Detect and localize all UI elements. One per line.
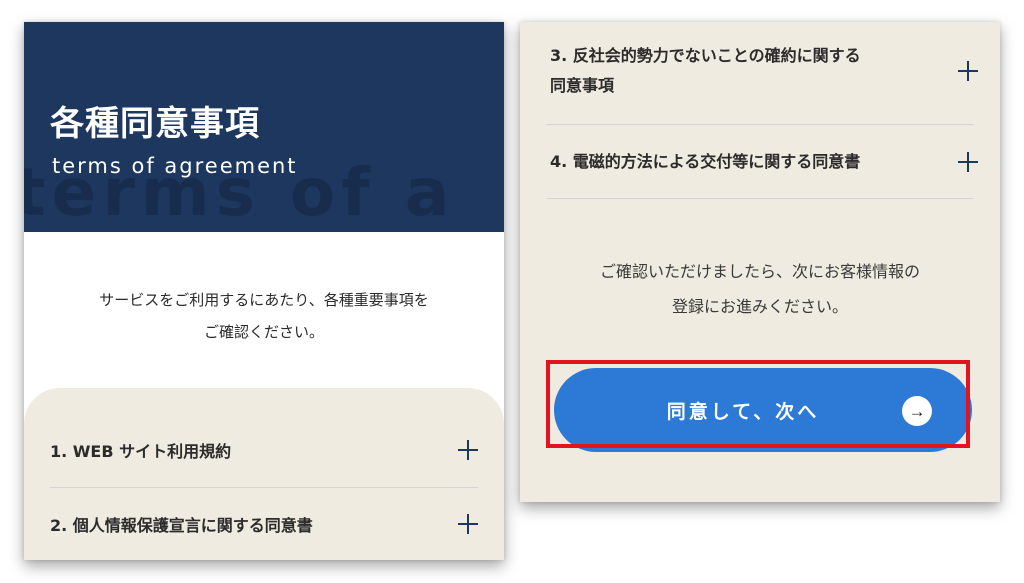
accordion-item-label: 1. WEB サイト利用規約 xyxy=(50,442,232,461)
accordion-item-label-line: 3. 反社会的勢力でないことの確約に関する xyxy=(550,46,861,65)
left-panel: terms of a 各種同意事項 terms of agreement サービ… xyxy=(24,22,504,560)
accordion-item-web-terms[interactable]: 1. WEB サイト利用規約 xyxy=(50,414,478,486)
accordion-item-label-line: 4. 電磁的方法による交付等に関する同意書 xyxy=(550,152,861,171)
intro-line: ご確認ください。 xyxy=(203,323,324,341)
accordion-item-antisocial[interactable]: 3. 反社会的勢力でないことの確約に関する 同意事項 xyxy=(550,40,978,102)
accordion-item-label: 3. 反社会的勢力でないことの確約に関する 同意事項 xyxy=(550,41,861,101)
divider xyxy=(546,124,974,125)
confirm-line: 登録にお進みください。 xyxy=(671,297,848,316)
plus-icon[interactable] xyxy=(958,61,978,81)
plus-icon[interactable] xyxy=(458,514,478,534)
agreement-accordion: 1. WEB サイト利用規約 2. 個人情報保護宣言に関する同意書 xyxy=(24,388,504,560)
divider xyxy=(546,198,974,199)
accordion-item-label: 4. 電磁的方法による交付等に関する同意書 xyxy=(550,147,860,177)
intro-text: サービスをご利用するにあたり、各種重要事項を ご確認ください。 xyxy=(24,284,504,348)
confirm-text: ご確認いただけましたら、次にお客様情報の 登録にお進みください。 xyxy=(520,254,1000,324)
highlight-frame xyxy=(546,360,970,448)
accordion-item-label: 2. 個人情報保護宣言に関する同意書 xyxy=(50,516,313,535)
page-subtitle: terms of agreement xyxy=(52,154,298,178)
accordion-item-electronic-delivery[interactable]: 4. 電磁的方法による交付等に関する同意書 xyxy=(550,132,978,192)
page-title: 各種同意事項 xyxy=(50,104,260,144)
accordion-item-label-line: 同意事項 xyxy=(550,76,615,95)
confirm-line: ご確認いただけましたら、次にお客様情報の xyxy=(599,262,920,281)
hero-header: terms of a 各種同意事項 terms of agreement xyxy=(24,22,504,232)
right-panel: 3. 反社会的勢力でないことの確約に関する 同意事項 4. 電磁的方法による交付… xyxy=(520,22,1000,502)
plus-icon[interactable] xyxy=(958,152,978,172)
intro-line: サービスをご利用するにあたり、各種重要事項を xyxy=(99,291,429,309)
accordion-item-privacy[interactable]: 2. 個人情報保護宣言に関する同意書 xyxy=(50,488,478,560)
plus-icon[interactable] xyxy=(458,440,478,460)
